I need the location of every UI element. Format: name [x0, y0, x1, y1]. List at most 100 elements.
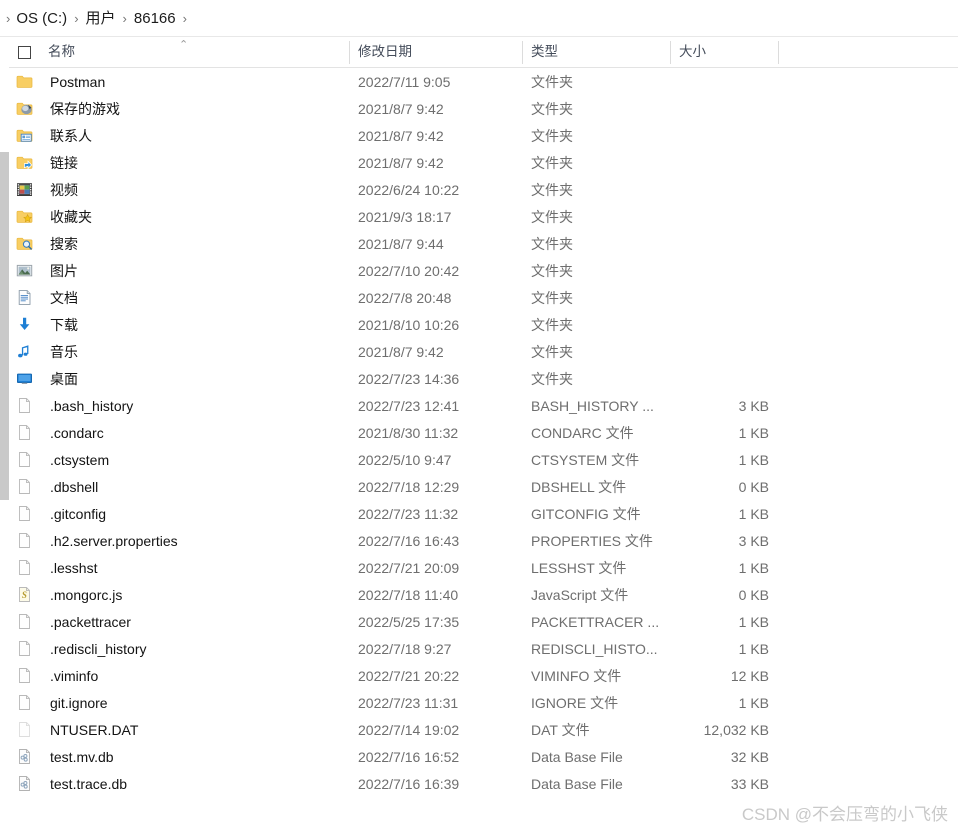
file-type: Data Base File: [531, 775, 623, 792]
file-row[interactable]: 保存的游戏 2021/8/7 9:42 文件夹: [0, 95, 958, 122]
file-date: 2021/8/10 10:26: [358, 316, 460, 333]
file-size: 1 KB: [738, 640, 769, 657]
file-name[interactable]: .h2.server.properties: [48, 533, 350, 549]
file-type: LESSHST 文件: [531, 559, 627, 576]
file-size: 3 KB: [738, 532, 769, 549]
file-row[interactable]: .h2.server.properties 2022/7/16 16:43 PROP…: [0, 527, 958, 554]
file-name[interactable]: .bash_history: [48, 398, 350, 414]
breadcrumb[interactable]: › OS (C:) › 用户 › 86166 ›: [0, 0, 958, 37]
file-list[interactable]: Postman 2022/7/11 9:05 文件夹保存的游戏 2021/8/7 9:…: [0, 68, 958, 797]
file-row[interactable]: .rediscli_history 2022/7/18 9:27 REDISCLI_…: [0, 635, 958, 662]
file-row[interactable]: .condarc 2021/8/30 11:32 CONDARC 文件 1 KB: [0, 419, 958, 446]
file-row[interactable]: Postman 2022/7/11 9:05 文件夹: [0, 68, 958, 95]
column-header-type-label: 类型: [531, 44, 558, 60]
breadcrumb-item-drive[interactable]: OS (C:): [16, 11, 67, 26]
file-row[interactable]: 搜索 2021/8/7 9:44 文件夹: [0, 230, 958, 257]
file-type: PROPERTIES 文件: [531, 532, 653, 549]
file-date: 2022/7/21 20:22: [358, 667, 460, 684]
file-type: IGNORE 文件: [531, 694, 619, 711]
file-name[interactable]: 联系人: [48, 126, 350, 146]
file-row[interactable]: .dbshell 2022/7/18 12:29 DBSHELL 文件 0 KB: [0, 473, 958, 500]
file-name[interactable]: .rediscli_history: [48, 641, 350, 657]
file-name[interactable]: 桌面: [48, 369, 350, 389]
file-row[interactable]: 图片 2022/7/10 20:42 文件夹: [0, 257, 958, 284]
file-name[interactable]: 图片: [48, 261, 350, 281]
file-row[interactable]: 链接 2021/8/7 9:42 文件夹: [0, 149, 958, 176]
file-size: 33 KB: [730, 775, 769, 792]
file-row[interactable]: .packettracer 2022/5/25 17:35 PACKETTRACER…: [0, 608, 958, 635]
chevron-right-icon[interactable]: ›: [176, 12, 194, 25]
file-name[interactable]: .mongorc.js: [48, 587, 350, 603]
file-size: 1 KB: [738, 559, 769, 576]
file-row[interactable]: test.trace.db 2022/7/16 16:39 Data Base Fi…: [0, 770, 958, 797]
file-size: 1 KB: [738, 424, 769, 441]
file-row[interactable]: 音乐 2021/8/7 9:42 文件夹: [0, 338, 958, 365]
file-row[interactable]: 收藏夹 2021/9/3 18:17 文件夹: [0, 203, 958, 230]
file-row[interactable]: 文档 2022/7/8 20:48 文件夹: [0, 284, 958, 311]
file-date: 2022/7/23 12:41: [358, 397, 460, 414]
file-name[interactable]: .dbshell: [48, 479, 350, 495]
file-name[interactable]: .lesshst: [48, 560, 350, 576]
file-name[interactable]: .ctsystem: [48, 452, 350, 468]
file-date: 2022/7/8 20:48: [358, 289, 452, 306]
file-row[interactable]: .ctsystem 2022/5/10 9:47 CTSYSTEM 文件 1 KB: [0, 446, 958, 473]
breadcrumb-item-current[interactable]: 86166: [134, 11, 176, 26]
file-name[interactable]: 搜索: [48, 234, 350, 254]
scrollbar-thumb[interactable]: [0, 152, 9, 500]
file-name[interactable]: .packettracer: [48, 614, 350, 630]
vertical-scrollbar[interactable]: [0, 38, 9, 831]
file-date: 2021/8/7 9:44: [358, 235, 444, 252]
file-row[interactable]: .viminfo 2022/7/21 20:22 VIMINFO 文件 12 KB: [0, 662, 958, 689]
file-row[interactable]: 联系人 2021/8/7 9:42 文件夹: [0, 122, 958, 149]
file-name[interactable]: .viminfo: [48, 668, 350, 684]
file-date: 2022/7/16 16:52: [358, 748, 460, 765]
file-type: 文件夹: [531, 181, 573, 198]
file-name[interactable]: 音乐: [48, 342, 350, 362]
file-row[interactable]: .gitconfig 2022/7/23 11:32 GITCONFIG 文件 1 K…: [0, 500, 958, 527]
file-size: 12 KB: [730, 667, 769, 684]
file-type: 文件夹: [531, 262, 573, 279]
column-header-name[interactable]: 名称: [48, 37, 350, 68]
file-name[interactable]: .condarc: [48, 425, 350, 441]
chevron-right-icon[interactable]: ›: [67, 12, 85, 25]
file-name[interactable]: Postman: [48, 74, 350, 90]
file-size: 0 KB: [738, 586, 769, 603]
column-divider[interactable]: [778, 40, 779, 64]
column-header-date-modified[interactable]: 修改日期: [350, 37, 523, 68]
file-row[interactable]: .bash_history 2022/7/23 12:41 BASH_HISTORY…: [0, 392, 958, 419]
file-name[interactable]: 保存的游戏: [48, 99, 350, 119]
file-row[interactable]: 下载 2021/8/10 10:26 文件夹: [0, 311, 958, 338]
file-date: 2022/7/18 9:27: [358, 640, 452, 657]
breadcrumb-item-users[interactable]: 用户: [86, 11, 116, 26]
file-name[interactable]: 链接: [48, 153, 350, 173]
file-type: REDISCLI_HISTO...: [531, 640, 658, 657]
file-name[interactable]: 文档: [48, 288, 350, 308]
file-type: CTSYSTEM 文件: [531, 451, 640, 468]
file-name[interactable]: 下载: [48, 315, 350, 335]
file-name[interactable]: 收藏夹: [48, 207, 350, 227]
file-size: 1 KB: [738, 613, 769, 630]
file-size: 1 KB: [738, 451, 769, 468]
file-name[interactable]: NTUSER.DAT: [48, 722, 350, 738]
column-header-type[interactable]: 类型: [523, 37, 671, 68]
file-name[interactable]: 视频: [48, 180, 350, 200]
chevron-right-icon[interactable]: ›: [116, 12, 134, 25]
file-type: 文件夹: [531, 73, 573, 90]
column-header-size[interactable]: 大小: [671, 37, 779, 68]
file-name[interactable]: .gitconfig: [48, 506, 350, 522]
file-row[interactable]: .lesshst 2022/7/21 20:09 LESSHST 文件 1 KB: [0, 554, 958, 581]
file-row[interactable]: 桌面 2022/7/23 14:36 文件夹: [0, 365, 958, 392]
file-name[interactable]: git.ignore: [48, 695, 350, 711]
file-date: 2021/8/7 9:42: [358, 100, 444, 117]
file-row[interactable]: test.mv.db 2022/7/16 16:52 Data Base File 3…: [0, 743, 958, 770]
file-row[interactable]: S .mongorc.js 2022/7/18 11:40 JavaScript 文件…: [0, 581, 958, 608]
file-row[interactable]: NTUSER.DAT 2022/7/14 19:02 DAT 文件 12,032 KB: [0, 716, 958, 743]
watermark: CSDN @不会压弯的小飞侠: [741, 805, 948, 824]
file-name[interactable]: test.trace.db: [48, 776, 350, 792]
file-row[interactable]: 视频 2022/6/24 10:22 文件夹: [0, 176, 958, 203]
file-name[interactable]: test.mv.db: [48, 749, 350, 765]
file-type: 文件夹: [531, 127, 573, 144]
checkbox-icon[interactable]: [17, 45, 31, 59]
file-row[interactable]: git.ignore 2022/7/23 11:31 IGNORE 文件 1 KB: [0, 689, 958, 716]
file-type: GITCONFIG 文件: [531, 505, 641, 522]
